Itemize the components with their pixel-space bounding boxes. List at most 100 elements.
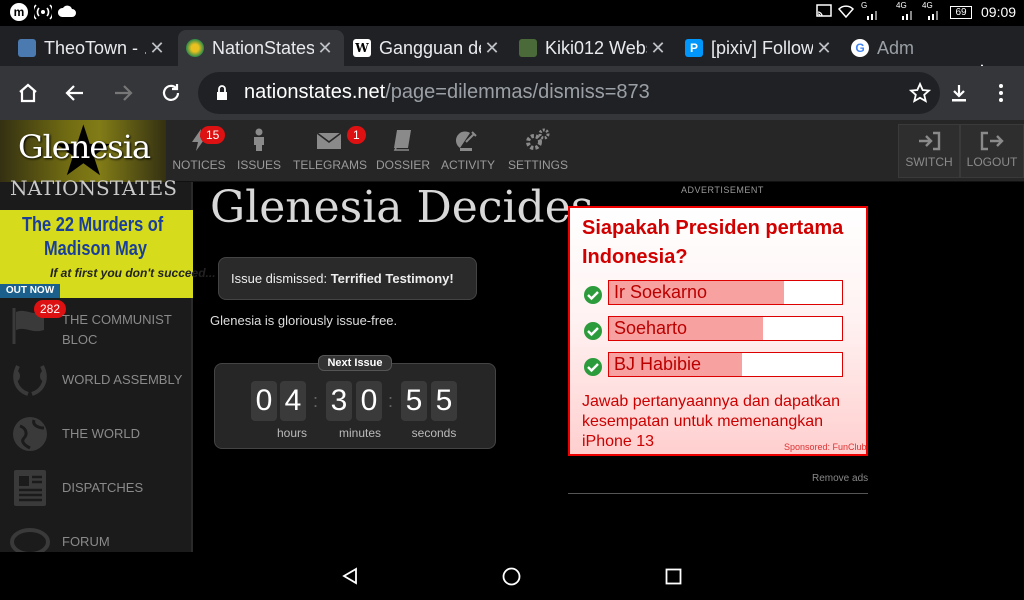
check-icon [584,358,602,376]
book-icon [393,130,411,151]
close-icon[interactable]: ✕ [314,38,336,59]
sidebar-item-world-assembly[interactable]: WORLD ASSEMBLY [0,354,193,406]
next-issue-label: Next Issue [318,355,392,371]
satellite-icon [456,131,477,151]
tab-wikipedia[interactable]: W Gangguan de… ✕ [345,30,511,66]
status-bar: m G 4G 4G 69 09:09 [0,0,1024,26]
recents-square-icon[interactable] [665,568,682,585]
tab-kiki012[interactable]: Kiki012 Webs… ✕ [511,30,677,66]
seconds-label: seconds [411,426,457,440]
back-arrow-icon [65,85,83,101]
advertisement[interactable]: Siapakah Presiden pertama Indonesia? Ir … [568,206,868,456]
minutes-label: minutes [338,426,382,440]
nav-activity[interactable]: ACTIVITY [440,120,496,182]
tab-nationstates[interactable]: NationStates ✕ [178,30,344,66]
download-button[interactable] [944,78,974,108]
dismissed-issue-link[interactable]: Terrified Testimony! [331,271,454,286]
dismiss-prefix: Issue dismissed: [231,271,331,286]
forward-button[interactable] [108,78,138,108]
nationstates-favicon [186,39,204,57]
tab-title: Adm [877,37,915,58]
pixiv-favicon: P [685,39,703,57]
site-topbar: ★ Glenesia NOTICES 15 ISSUES TELEGRAMS 1… [0,120,1024,182]
tab-theotown[interactable]: TheoTown - … ✕ [10,30,176,66]
tab-title: [pixiv] Follow… [711,37,813,58]
menu-button[interactable] [986,78,1016,108]
ad-sponsor: Sponsored: FunClub [784,442,867,452]
timer-digit: 3 [326,381,352,421]
poll-option[interactable]: Ir Soekarno [608,280,843,305]
sidebar-item-label: WORLD ASSEMBLY [62,372,183,387]
url-text: nationstates.net/page=dilemmas/dismiss=8… [244,81,650,104]
wikipedia-favicon: W [353,39,371,57]
address-bar[interactable]: nationstates.net/page=dilemmas/dismiss=8… [198,72,940,114]
tab-google[interactable]: G Adm [843,30,955,66]
nav-label: NOTICES [172,158,226,172]
close-icon[interactable]: ✕ [647,38,669,59]
sidebar-item-region[interactable]: 282 THE COMMUNIST BLOC [0,300,193,352]
url-host: nationstates.net [244,81,386,103]
nav-telegrams[interactable]: TELEGRAMS 1 [293,120,367,182]
timer-colon: : [313,391,319,411]
tab-strip: TheoTown - … ✕ NationStates ✕ W Gangguan… [0,26,1024,86]
bookmark-button[interactable] [905,78,935,108]
ad-label: ADVERTISEMENT [681,185,764,195]
person-icon [254,128,264,151]
nav-logout[interactable]: LOGOUT [960,124,1024,178]
signal-icon-3 [927,8,941,23]
speech-bubble-icon [10,528,50,552]
kiki-favicon [519,39,537,57]
nav-issues[interactable]: ISSUES [236,120,282,182]
signal-icon-2 [901,8,915,23]
nav-switch[interactable]: SWITCH [898,124,960,178]
tab-title: TheoTown - … [44,37,146,58]
web-page: ★ Glenesia NOTICES 15 ISSUES TELEGRAMS 1… [0,120,1024,552]
close-icon[interactable]: ✕ [481,38,503,59]
close-icon[interactable]: ✕ [813,38,835,59]
timer-digit: 4 [280,381,306,421]
nation-logo[interactable]: ★ Glenesia [0,120,166,182]
lock-icon[interactable] [216,85,228,101]
signal-icon [866,8,880,23]
logout-icon [980,131,1004,151]
back-triangle-icon[interactable] [341,567,359,585]
sidebar-item-dispatches[interactable]: DISPATCHES [0,462,193,514]
dismiss-notice: Issue dismissed: Terrified Testimony! [218,257,477,300]
site-logo[interactable]: NATIONSTATES [10,176,177,200]
sidebar-item-forum[interactable]: FORUM [0,516,193,552]
sidebar-item-label: THE WORLD [62,426,140,441]
timer-colon: : [388,391,394,411]
poll-option[interactable]: Soeharto [608,316,843,341]
remove-ads-link[interactable]: Remove ads [812,473,868,484]
back-button[interactable] [60,78,90,108]
switch-icon [919,131,941,151]
nav-label: LOGOUT [966,155,1018,169]
banner-title-line1: The 22 Murders of [22,214,164,236]
laurel-icon [13,365,47,396]
home-circle-icon[interactable] [502,567,521,586]
forward-arrow-icon [115,85,133,101]
sidebar-item-the-world[interactable]: THE WORLD [0,408,193,460]
nav-label: ISSUES [236,158,281,172]
nav-notices[interactable]: NOTICES 15 [172,120,226,182]
nav-settings[interactable]: SETTINGS [508,120,568,182]
tab-title: NationStates [212,37,314,58]
timer-digit: 0 [251,381,277,421]
tab-pixiv[interactable]: P [pixiv] Follow… ✕ [677,30,843,66]
battery-icon: 69 [950,6,972,19]
page-title: Glenesia Decides [210,182,594,233]
nav-label: SETTINGS [508,158,569,172]
nav-label: SWITCH [905,155,953,169]
timer-digit: 5 [431,381,457,421]
star-icon [909,82,931,103]
check-icon [584,322,602,340]
home-button[interactable] [13,78,43,108]
promo-banner[interactable]: The 22 Murders of Madison May If at firs… [0,210,216,298]
timer-digit: 0 [356,381,382,421]
nav-label: DOSSIER [376,158,431,172]
reload-button[interactable] [156,78,186,108]
poll-option[interactable]: BJ Habibie [608,352,843,377]
nation-name: Glenesia [18,128,151,166]
nav-dossier[interactable]: DOSSIER [376,120,430,182]
close-icon[interactable]: ✕ [146,38,168,59]
